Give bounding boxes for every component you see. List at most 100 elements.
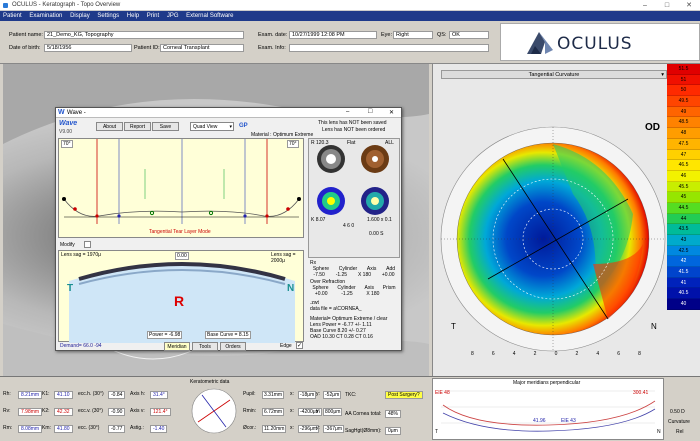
maximize-button[interactable]: □: [656, 0, 678, 11]
menu-display[interactable]: Display: [67, 13, 93, 19]
left-angle-box[interactable]: 70°: [61, 140, 73, 148]
lens-profile-view[interactable]: Lens sag = 1970μ Lens sag = 2000μ 0.00 T…: [58, 250, 304, 343]
power-box[interactable]: Power = -6.98: [147, 331, 183, 339]
over-sphere-value[interactable]: +0.00: [315, 291, 328, 297]
rx-sphere-value[interactable]: -7.50: [313, 272, 324, 278]
modify-label: Modify: [60, 242, 75, 248]
tab-meridian[interactable]: Meridian: [164, 342, 190, 351]
exam-info-field[interactable]: [289, 44, 489, 52]
thumbnail-maps: [317, 145, 389, 215]
not-saved-warning: This lens has NOT been saved: [318, 120, 387, 126]
thumb-label-k: K 8.07: [311, 217, 326, 223]
kerato-c1: Rh:: [3, 391, 11, 397]
eye-field[interactable]: Right: [393, 31, 433, 39]
kerato-c2: K2:: [42, 408, 50, 414]
patient-id-label: Patient ID:: [134, 45, 160, 51]
tear-layer-graph[interactable]: 70° 70° Tangential Tear Layer Mode: [58, 138, 304, 238]
patient-id-field[interactable]: Corneal Transplant: [160, 44, 244, 52]
thumb-label-r: R 120.3: [311, 140, 329, 146]
scale-step-cell: 41.5: [667, 267, 700, 278]
kerato-c2: K1:: [42, 391, 50, 397]
meridians-graph[interactable]: Major meridians perpendicular ElE 48 T N…: [432, 378, 664, 440]
kerato-c1: Rv:: [3, 408, 11, 414]
measurement-a: Pupil:: [243, 391, 256, 397]
menu-patient[interactable]: Patient: [0, 13, 25, 19]
scale-step-cell: 47: [667, 149, 700, 161]
menu-jpg[interactable]: JPG: [164, 13, 182, 19]
scale-unit[interactable]: Curvature: [668, 419, 690, 425]
top-value-box[interactable]: 0.00: [175, 252, 189, 260]
kerato-v1: 8.21mm: [18, 391, 43, 399]
exam-date-field[interactable]: 10/27/1999 12:08 PM: [289, 31, 377, 39]
over-axis-value[interactable]: X 180: [366, 291, 379, 297]
scale-mode[interactable]: Rel: [676, 429, 684, 435]
scale-step-cell: 46: [667, 170, 700, 182]
kerato-v4: -1.40: [150, 425, 168, 433]
base-curve-box[interactable]: Base Curve = 8.15: [205, 331, 251, 339]
modify-checkbox[interactable]: [84, 241, 91, 248]
dob-label: Date of birth:: [9, 45, 41, 51]
tkc-label: TKC:: [345, 392, 357, 398]
title-bar: OCULUS - Keratograph - Topo Overview – □…: [0, 0, 700, 11]
wave-close-button[interactable]: ✕: [389, 109, 394, 116]
menu-help[interactable]: Help: [124, 13, 142, 19]
patient-name-field[interactable]: 21_Demo_KG, Topography: [44, 31, 244, 39]
measurement-b: x:: [290, 425, 294, 431]
rx-cylinder-value[interactable]: -1.25: [336, 272, 347, 278]
tkc-value[interactable]: Post Surgery?: [385, 391, 423, 399]
thumb-label-all: ALL: [385, 140, 394, 146]
kerato-c2: Km:: [42, 425, 51, 431]
thumbnail-panel: R 120.3 Flat ALL K 8.07 4 6 0 1.600 x 0.…: [308, 138, 400, 258]
scale-step-cell: 44.5: [667, 202, 700, 214]
axis-tick: 8: [471, 351, 474, 357]
edge-checkbox[interactable]: ✓: [296, 342, 303, 349]
wave-maximize-button[interactable]: □: [368, 108, 372, 115]
right-angle-box[interactable]: 70°: [287, 140, 299, 148]
axis-tick: 2: [575, 351, 579, 357]
measurement-a: Rmin:: [243, 408, 257, 414]
save-button[interactable]: Save: [152, 122, 179, 131]
window-title: OCULUS - Keratograph - Topo Overview: [12, 2, 121, 8]
about-button[interactable]: About: [96, 122, 123, 131]
axis-tick: 4: [512, 351, 516, 357]
oculus-logo: OCULUS: [500, 23, 700, 61]
axis-tick: 8: [638, 351, 641, 357]
app-icon: [3, 3, 8, 8]
scale-step-cell: 51.5: [667, 64, 700, 75]
rx-axis-value[interactable]: X 180: [358, 272, 371, 278]
meridians-plot: [441, 390, 656, 432]
tab-tools[interactable]: Tools: [192, 342, 218, 351]
mode-label: Tangential Tear Layer Mode: [149, 229, 211, 235]
close-button[interactable]: ✕: [678, 0, 700, 11]
zoom-label: 0.00 S: [369, 231, 384, 237]
meridian-line1: ElE 48: [435, 390, 450, 396]
data-file-label: data file = a\CORNEA_: [310, 306, 362, 312]
wave-brand-icon: Wave: [59, 120, 78, 127]
over-cylinder-value[interactable]: -1.25: [341, 291, 352, 297]
minimize-button[interactable]: –: [634, 0, 656, 11]
report-button[interactable]: Report: [124, 122, 151, 131]
color-scale[interactable]: 51.5 51 50 49.5 49 48.5 48 47.5 47 46.5 46 45.5 45 44…: [667, 64, 700, 394]
axis-tick: 6: [491, 351, 495, 357]
meridians-left-label: T: [435, 429, 439, 435]
kerato-v2: 41.10: [54, 391, 73, 399]
tab-orders[interactable]: Orders: [220, 342, 246, 351]
menu-external-software[interactable]: External Software: [183, 13, 236, 19]
menu-print[interactable]: Print: [144, 13, 162, 19]
measurement-b: x:: [290, 408, 294, 414]
scale-step-cell: 44: [667, 213, 700, 225]
menu-settings[interactable]: Settings: [94, 13, 122, 19]
qs-field[interactable]: OK: [449, 31, 489, 39]
dob-field[interactable]: 5/18/1956: [44, 44, 132, 52]
kerato-v1: 7.98mm: [18, 408, 43, 416]
kerato-v2: 41.80: [54, 425, 73, 433]
rx-add-value[interactable]: +0.00: [382, 272, 395, 278]
view-select[interactable]: Quad View ▾: [190, 122, 234, 131]
menu-examination[interactable]: Examination: [26, 13, 65, 19]
lens-sag-left: Lens sag = 1970μ: [61, 252, 101, 258]
measurement-av: 3.31mm: [262, 391, 285, 399]
scale-step-cell: 46.5: [667, 160, 700, 171]
curvature-map: [440, 126, 666, 352]
wave-minimize-button[interactable]: –: [346, 109, 349, 115]
scale-step-cell: 42.5: [667, 245, 700, 257]
